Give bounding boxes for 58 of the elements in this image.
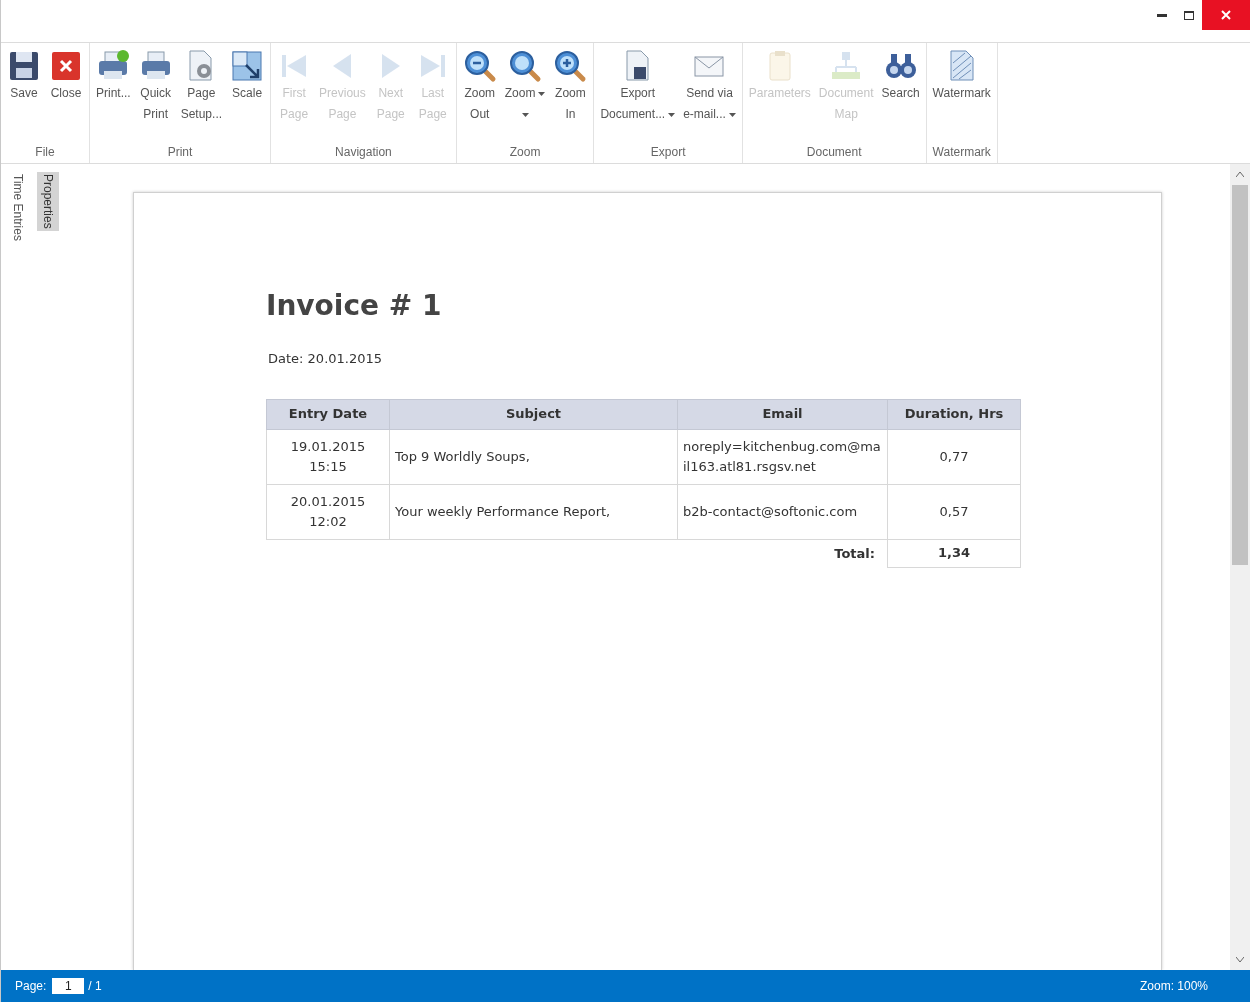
ribbon-button[interactable]: Save — [3, 49, 45, 143]
group-label: Document — [805, 144, 863, 161]
table-cell: noreply=kitchenbug.com@mail163.atl81.rsgsv.net — [677, 429, 888, 484]
ribbon-button[interactable]: Page Setup... — [176, 49, 227, 143]
table-cell: 20.01.2015 12:02 — [266, 484, 390, 539]
group-label: File — [34, 144, 56, 161]
table-cell: 0,57 — [887, 484, 1021, 539]
side-tab[interactable]: Time Entries — [7, 172, 29, 243]
table-cell: b2b-contact@softonic.com — [677, 484, 888, 539]
group-label: Export — [649, 144, 687, 161]
zoom-out-icon — [462, 49, 497, 83]
scroll-down-icon[interactable] — [1236, 957, 1244, 962]
total-label: Total: — [834, 545, 875, 561]
close-icon — [49, 49, 83, 83]
ribbon-button[interactable]: Close — [45, 49, 87, 143]
ribbon-button[interactable]: Print... — [92, 49, 135, 143]
close-icon — [1221, 10, 1231, 20]
side-tab[interactable]: Properties — [37, 172, 59, 231]
table-cell: 0,77 — [887, 429, 1021, 484]
page-count: / 1 — [88, 978, 102, 995]
group-label: Watermark — [931, 144, 992, 161]
zoom-in-icon — [553, 49, 588, 83]
group-label: Print — [166, 144, 194, 161]
minimize-icon — [1157, 13, 1167, 17]
table-cell: Your weekly Performance Report, — [389, 484, 678, 539]
ribbon-button[interactable]: Zoom Out — [458, 49, 501, 143]
column-header: Email — [677, 399, 888, 429]
close-window-button[interactable] — [1202, 0, 1250, 30]
ribbon-button[interactable]: Zoom — [500, 49, 550, 143]
page-number-field[interactable]: 1 — [52, 978, 85, 994]
maximize-icon — [1184, 10, 1194, 20]
column-header: Subject — [389, 399, 678, 429]
group-label: Zoom — [508, 144, 542, 161]
table-cell: Top 9 Worldly Soups, — [389, 429, 678, 484]
group-label: Navigation — [334, 144, 393, 161]
caret-icon — [668, 112, 676, 117]
scroll-up-icon[interactable] — [1236, 172, 1244, 177]
caret-icon — [538, 91, 546, 96]
column-header: Entry Date — [266, 399, 390, 429]
zoom-level: Zoom: 100% — [1139, 978, 1208, 995]
caret-icon — [728, 112, 736, 117]
table-cell: 19.01.2015 15:15 — [266, 429, 390, 484]
total-value: 1,34 — [887, 539, 1021, 567]
invoice-date: Date: 20.01.2015 — [268, 350, 384, 368]
ribbon-button[interactable]: Scale — [226, 49, 269, 143]
ribbon-button[interactable]: Watermark — [928, 49, 995, 143]
scroll-thumb[interactable] — [1232, 185, 1248, 565]
caret-icon — [521, 113, 529, 117]
scale-icon — [230, 49, 265, 83]
ribbon-button[interactable]: Zoom In — [549, 49, 592, 143]
magnifier-icon — [508, 49, 543, 83]
ribbon-button[interactable]: Export Document... — [596, 49, 680, 143]
ribbon-button[interactable]: Search — [877, 49, 924, 143]
column-header: Duration, Hrs — [887, 399, 1021, 429]
invoice-title: Invoice # 1 — [266, 288, 443, 324]
ribbon-button[interactable]: Send via e-mail... — [679, 49, 740, 143]
page-label: Page: — [15, 978, 47, 995]
ribbon-button[interactable]: Quick Print — [134, 49, 177, 143]
